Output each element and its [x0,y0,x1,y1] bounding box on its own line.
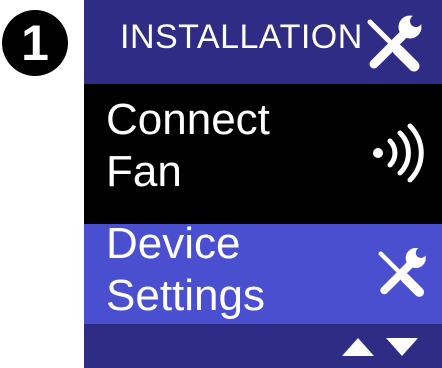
wireless-signal-icon [373,123,424,183]
menu-item-label-line1: Connect [106,95,270,144]
menu-item-label-line2: Fan [106,147,182,196]
step-number: 1 [21,15,49,71]
header-title: INSTALLATION [120,18,363,56]
wrench-screwdriver-icon [367,15,422,72]
menu-item-label-line2: Settings [106,271,265,320]
menu-item-device-settings[interactable]: Device Settings [84,219,442,324]
triangle-down-icon[interactable] [384,332,420,360]
menu-item-label: Connect Fan [106,94,270,198]
menu-item-label-line1: Device [106,219,241,268]
navigation-bar [84,324,442,368]
wrench-screwdriver-icon [378,247,427,297]
triangle-up-icon[interactable] [340,332,376,360]
device-screen: INSTALLATION Connect Fan Device Settings [84,0,442,368]
menu-item-connect-fan[interactable]: Connect Fan [84,84,442,224]
step-number-badge: 1 [2,10,68,76]
screen-header: INSTALLATION [84,0,442,84]
menu-item-label: Device Settings [106,218,265,322]
